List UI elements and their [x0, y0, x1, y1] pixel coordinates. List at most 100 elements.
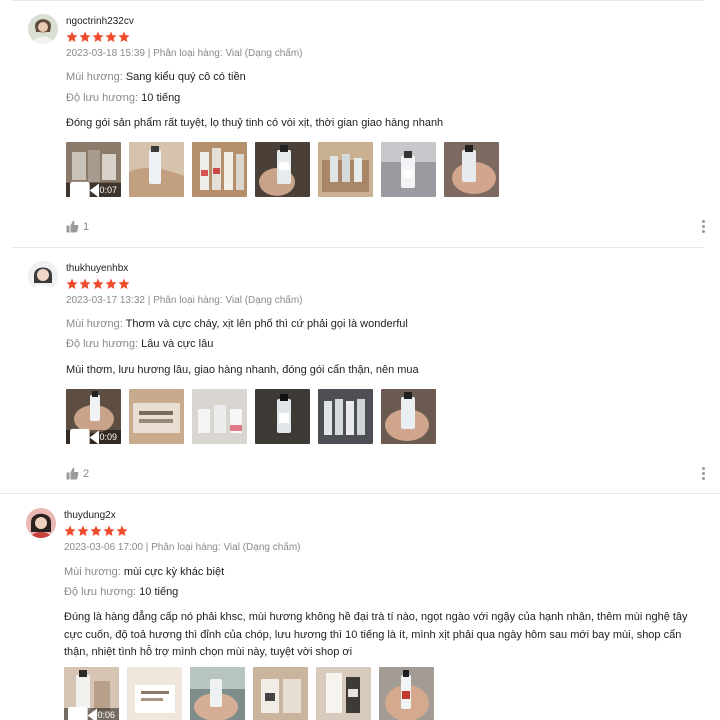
scent-value: Thơm và cực cháy, xịt lên phố thì cứ phả…: [125, 318, 408, 330]
variation-label: Phân loại hàng:: [153, 48, 223, 59]
scent-attribute: Mùi hương: Sang kiểu quý cô có tiền: [66, 71, 246, 83]
avatar[interactable]: [28, 14, 58, 44]
star-icon: [116, 525, 128, 536]
longevity-value: Lâu và cực lâu: [141, 338, 214, 350]
video-duration: 0:06: [97, 710, 115, 720]
video-camera-icon: [70, 428, 100, 444]
star-icon: [79, 278, 91, 289]
review-photo[interactable]: [316, 667, 371, 720]
review-photo[interactable]: [444, 142, 499, 197]
star-icon: [79, 31, 91, 42]
review-photo[interactable]: [255, 389, 310, 444]
scent-value: Sang kiểu quý cô có tiền: [125, 71, 246, 83]
review-comment: Đúng là hàng đẳng cấp nó phải khsc, mùi …: [64, 611, 688, 658]
media-gallery: 0:09: [66, 389, 436, 444]
more-options-button[interactable]: [701, 467, 705, 480]
longevity-attribute: Độ lưu hương: Lâu và cực lâu: [66, 338, 213, 350]
avatar[interactable]: [28, 261, 58, 291]
longevity-value: 10 tiếng: [141, 92, 181, 104]
review-photo[interactable]: [127, 667, 182, 720]
username[interactable]: thukhuyenhbx: [66, 263, 128, 274]
media-gallery: 0:06: [64, 667, 434, 720]
like-button[interactable]: 2: [66, 467, 89, 480]
review-comment: Đóng gói sản phẩm rất tuyệt, lọ thuỷ tin…: [66, 117, 444, 129]
video-camera-icon: [70, 181, 100, 197]
more-options-button[interactable]: [701, 220, 705, 233]
video-duration: 0:09: [99, 432, 117, 442]
scent-value: mùi cực kỳ khác biệt: [123, 566, 225, 578]
star-rating: [66, 278, 130, 290]
scent-label: Mùi hương:: [64, 566, 121, 578]
review-date: 2023-03-18 15:39: [66, 48, 145, 59]
review-meta: 2023-03-17 13:32 | Phân loại hàng: Vial …: [66, 295, 303, 306]
scent-label: Mùi hương:: [66, 318, 123, 330]
star-icon: [66, 31, 78, 42]
video-thumbnail[interactable]: 0:07: [66, 142, 121, 197]
review-photo[interactable]: [318, 142, 373, 197]
review-meta: 2023-03-18 15:39 | Phân loại hàng: Vial …: [66, 48, 303, 59]
star-icon: [118, 278, 130, 289]
scent-attribute: Mùi hương: Thơm và cực cháy, xịt lên phố…: [66, 318, 408, 330]
more-vertical-icon: [701, 467, 705, 470]
review-photo[interactable]: [129, 142, 184, 197]
variation-label: Phân loại hàng:: [151, 542, 221, 553]
star-icon: [105, 31, 117, 42]
review-divider: [12, 247, 704, 248]
video-overlay: 0:09: [66, 428, 121, 444]
username[interactable]: ngoctrinh232cv: [66, 16, 134, 27]
star-icon: [77, 525, 89, 536]
video-camera-icon: [68, 706, 98, 720]
review-meta: 2023-03-06 17:00 | Phân loại hàng: Vial …: [64, 542, 301, 553]
video-overlay: 0:06: [64, 706, 119, 720]
like-button[interactable]: 1: [66, 220, 89, 233]
longevity-attribute: Độ lưu hương: 10 tiếng: [66, 92, 180, 104]
star-icon: [92, 31, 104, 42]
video-duration: 0:07: [99, 185, 117, 195]
thumbs-up-icon: [66, 220, 79, 233]
like-count: 1: [83, 220, 90, 233]
longevity-label: Độ lưu hương:: [66, 338, 139, 350]
thumbs-up-icon: [66, 467, 79, 480]
star-icon: [103, 525, 115, 536]
review-photo[interactable]: [379, 667, 434, 720]
video-overlay: 0:07: [66, 181, 121, 197]
review-divider: [0, 493, 720, 494]
review-photo[interactable]: [255, 142, 310, 197]
video-thumbnail[interactable]: 0:09: [66, 389, 121, 444]
star-icon: [92, 278, 104, 289]
star-icon: [66, 278, 78, 289]
variation-value: Vial (Dạng chấm): [223, 542, 301, 553]
more-vertical-icon: [701, 220, 705, 223]
star-rating: [64, 525, 128, 537]
video-thumbnail[interactable]: 0:06: [64, 667, 119, 720]
review-photo[interactable]: [129, 389, 184, 444]
longevity-label: Độ lưu hương:: [66, 92, 139, 104]
like-count: 2: [83, 467, 90, 480]
longevity-label: Độ lưu hương:: [64, 586, 137, 598]
review-comment: Mùi thơm, lưu hương lâu, giao hàng nhanh…: [66, 364, 419, 376]
review-date: 2023-03-17 13:32: [66, 295, 145, 306]
star-rating: [66, 31, 130, 43]
variation-value: Vial (Dạng chấm): [225, 48, 303, 59]
scent-label: Mùi hương:: [66, 71, 123, 83]
longevity-value: 10 tiếng: [139, 586, 179, 598]
variation-label: Phân loại hàng:: [153, 295, 223, 306]
star-icon: [105, 278, 117, 289]
review-photo[interactable]: [318, 389, 373, 444]
review-photo[interactable]: [190, 667, 245, 720]
media-gallery: 0:07: [66, 142, 499, 197]
review-date: 2023-03-06 17:00: [64, 542, 143, 553]
star-icon: [64, 525, 76, 536]
review-photo[interactable]: [381, 389, 436, 444]
scent-attribute: Mùi hương: mùi cực kỳ khác biệt: [64, 566, 224, 578]
longevity-attribute: Độ lưu hương: 10 tiếng: [64, 586, 178, 598]
star-icon: [118, 31, 130, 42]
review-photo[interactable]: [192, 389, 247, 444]
review-photo[interactable]: [381, 142, 436, 197]
review-photo[interactable]: [192, 142, 247, 197]
review-photo[interactable]: [253, 667, 308, 720]
avatar[interactable]: [26, 508, 56, 538]
star-icon: [90, 525, 102, 536]
username[interactable]: thuydung2x: [64, 510, 116, 521]
variation-value: Vial (Dạng chấm): [225, 295, 303, 306]
